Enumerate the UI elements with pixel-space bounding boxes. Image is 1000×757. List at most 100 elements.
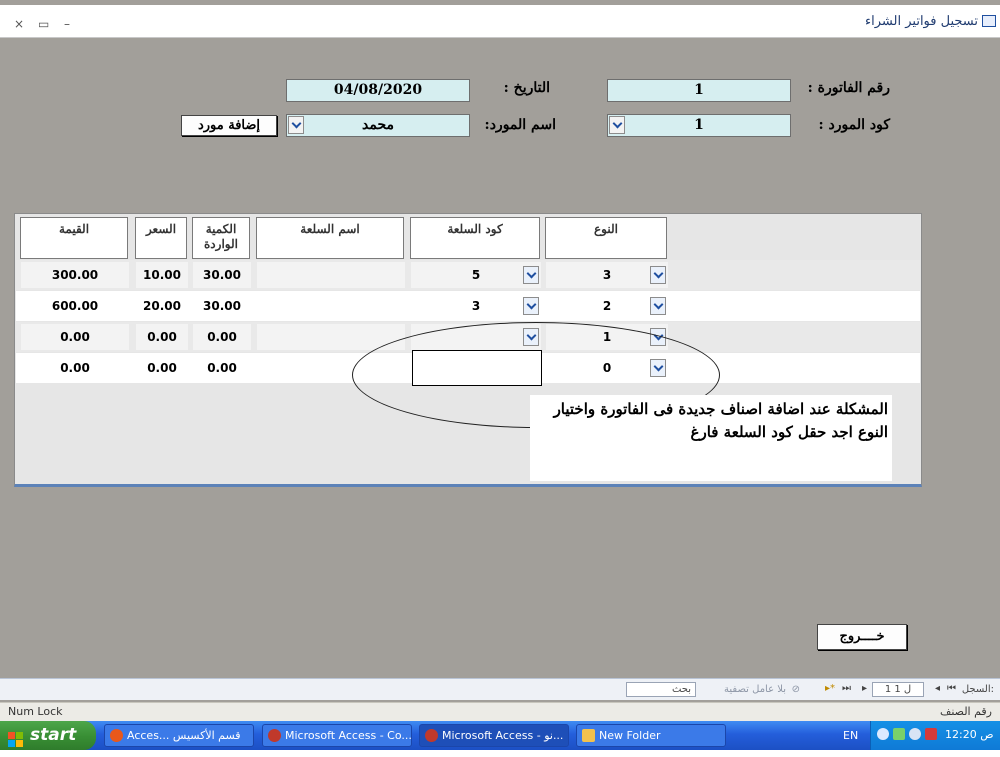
status-bar: Num Lock رقم الصنف [0,702,1000,721]
num-lock-indicator: Num Lock [8,705,63,718]
supplier-name-dropdown-icon[interactable] [288,116,304,134]
exit-button[interactable]: خــــروج [817,624,907,650]
item-code-cell-text: 3 [471,299,481,313]
volume-icon[interactable] [909,728,921,740]
language-indicator[interactable]: EN [843,729,858,742]
form-icon [982,15,996,27]
item-name-cell[interactable] [257,293,405,319]
annotation-text: المشكلة عند اضافة اصناف جديدة فى الفاتور… [553,400,888,441]
value-cell-text: 0.00 [60,361,90,375]
start-button[interactable]: start [0,721,96,750]
value-cell[interactable]: 600.00 [21,293,129,319]
filter-label[interactable]: بلا عامل تصفية [724,684,786,695]
item-code-cell[interactable]: 3 [411,293,541,319]
price-cell[interactable]: 20.00 [136,293,188,319]
value-cell-text: 600.00 [51,299,99,313]
value-cell-text: 0.00 [60,330,90,344]
dropdown-chevron-icon[interactable] [650,266,666,284]
header-value: القيمة [20,217,128,259]
invoice-no-label: رقم الفاتورة : [807,80,890,96]
new-record-icon[interactable]: ▸* [825,683,835,694]
supplier-name-field[interactable]: محمد [286,114,470,137]
chevron-down-icon [653,299,663,310]
header-item-code: كود السلعة [410,217,540,259]
search-box[interactable]: بحث [626,682,696,697]
windows-taskbar: start Acces... قسم الأكسيس Microsoft Acc… [0,721,1000,750]
last-record-icon[interactable]: ⏭ [842,683,851,694]
next-record-icon[interactable]: ▸ [862,683,867,694]
dropdown-chevron-icon[interactable] [650,297,666,315]
clock: ص 12:20 [945,728,994,741]
access-icon [425,729,438,742]
header-qty: الكمية الواردة [192,217,250,259]
table-row: 3 5 30.00 10.00 300.00 [16,260,920,290]
item-name-cell[interactable] [257,262,405,288]
value-cell[interactable]: 0.00 [21,324,129,350]
price-cell-text: 0.00 [147,361,177,375]
value-cell[interactable]: 300.00 [21,262,129,288]
chevron-down-icon [653,268,663,279]
tray-expand-icon[interactable] [877,728,889,740]
restore-icon[interactable]: ▭ [38,17,49,31]
qty-cell[interactable]: 30.00 [193,293,251,319]
price-cell-text: 20.00 [143,299,181,313]
qty-cell[interactable]: 30.00 [193,262,251,288]
add-supplier-button[interactable]: إضافة مورد [181,115,277,136]
filter-icon[interactable]: ⊘ [792,684,800,695]
status-field-name: رقم الصنف [939,705,992,718]
taskbar-item-label: Microsoft Access - Co... [285,729,412,742]
record-navigation-bar: السجل: ⏮ ◂ 1 ل 1 ▸ ⏭ ▸* ⊘ بلا عامل تصفية… [0,678,1000,700]
price-cell[interactable]: 0.00 [136,324,188,350]
taskbar-item-access-2[interactable]: Microsoft Access - نو... [419,724,569,747]
first-record-icon[interactable]: ⏮ [947,683,956,694]
price-cell[interactable]: 0.00 [136,355,188,381]
minimize-icon[interactable]: – [64,17,70,31]
title-bar: × ▭ – تسجيل فواتير الشراء [0,5,1000,38]
windows-logo-icon [8,728,24,747]
taskbar-item-forum[interactable]: Acces... قسم الأكسيس [104,724,254,747]
folder-icon [582,729,595,742]
qty-cell-text: 0.00 [207,330,237,344]
price-cell[interactable]: 10.00 [136,262,188,288]
type-cell[interactable]: 2 [546,293,668,319]
qty-cell[interactable]: 0.00 [193,324,251,350]
value-cell[interactable]: 0.00 [21,355,129,381]
qty-cell[interactable]: 0.00 [193,355,251,381]
empty-item-code-field[interactable] [412,350,542,386]
taskbar-item-new-folder[interactable]: New Folder [576,724,726,747]
supplier-code-field[interactable]: 1 [607,114,791,137]
dropdown-chevron-icon[interactable] [523,297,539,315]
item-code-cell-text: 5 [471,268,481,282]
invoice-no-field[interactable]: 1 [607,79,791,102]
type-cell-text: 3 [602,268,612,282]
qty-cell-text: 30.00 [203,268,241,282]
record-label: السجل: [961,684,994,695]
record-counter[interactable]: 1 ل 1 [872,682,924,697]
supplier-code-dropdown-icon[interactable] [609,116,625,134]
security-alert-icon[interactable] [925,728,937,740]
close-icon[interactable]: × [14,17,24,31]
supplier-code-value: 1 [694,117,704,133]
item-code-cell[interactable]: 5 [411,262,541,288]
type-cell[interactable]: 3 [546,262,668,288]
prev-record-icon[interactable]: ◂ [935,683,940,694]
header-item-name: اسم السلعة [256,217,404,259]
qty-cell-text: 30.00 [203,299,241,313]
taskbar-item-label: Microsoft Access - نو... [442,729,564,742]
price-cell-text: 10.00 [143,268,181,282]
window-title: تسجيل فواتير الشراء [865,14,978,29]
value-cell-text: 300.00 [51,268,99,282]
supplier-code-label: كود المورد : [818,117,890,133]
taskbar-item-access-1[interactable]: Microsoft Access - Co... [262,724,412,747]
table-row: 2 3 30.00 20.00 600.00 [16,291,920,321]
supplier-name-label: اسم المورد: [484,117,556,133]
header-type: النوع [545,217,667,259]
network-icon[interactable] [893,728,905,740]
qty-cell-text: 0.00 [207,361,237,375]
annotation-note: المشكلة عند اضافة اصناف جديدة فى الفاتور… [530,395,892,481]
price-cell-text: 0.00 [147,330,177,344]
access-form-window: × ▭ – تسجيل فواتير الشراء رقم الفاتورة :… [0,0,1000,702]
access-icon [268,729,281,742]
date-field[interactable]: 04/08/2020 [286,79,470,102]
dropdown-chevron-icon[interactable] [523,266,539,284]
